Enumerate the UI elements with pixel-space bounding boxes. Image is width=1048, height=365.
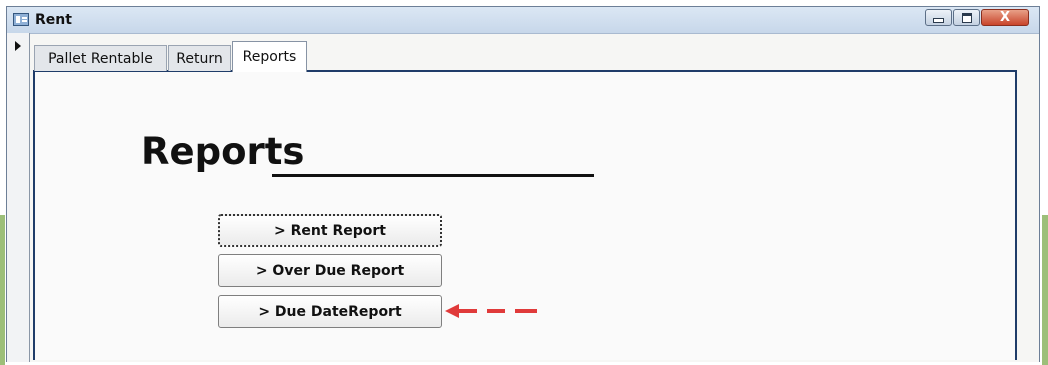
close-button[interactable]: X (981, 9, 1029, 26)
page-title: Reports (141, 130, 305, 173)
arrow-dash-3 (515, 309, 537, 313)
maximize-icon (961, 12, 972, 23)
rent-report-button[interactable]: > Rent Report (218, 214, 442, 247)
tab-return[interactable]: Return (168, 45, 231, 71)
minimize-icon (933, 18, 944, 23)
due-date-report-button[interactable]: > Due DateReport (218, 295, 442, 328)
tab-pallet-rentable[interactable]: Pallet Rentable (34, 45, 167, 71)
heading-underline (272, 174, 594, 177)
background-accent-right (1042, 215, 1048, 365)
maximize-button[interactable] (953, 9, 980, 26)
close-icon: X (999, 10, 1011, 25)
current-record-icon (15, 41, 21, 51)
dashed-left-arrow-icon (445, 304, 537, 318)
over-due-report-button[interactable]: > Over Due Report (218, 254, 442, 287)
form-icon (13, 13, 29, 26)
title-bar[interactable]: Rent X (7, 7, 1039, 34)
arrow-dash-1 (459, 309, 477, 313)
window-title: Rent (35, 12, 72, 28)
minimize-button[interactable] (925, 9, 952, 26)
background-accent-left (0, 215, 5, 365)
arrow-head (445, 304, 459, 318)
tab-reports[interactable]: Reports (232, 41, 307, 72)
arrow-dash-2 (487, 309, 505, 313)
record-selector[interactable] (7, 33, 30, 362)
